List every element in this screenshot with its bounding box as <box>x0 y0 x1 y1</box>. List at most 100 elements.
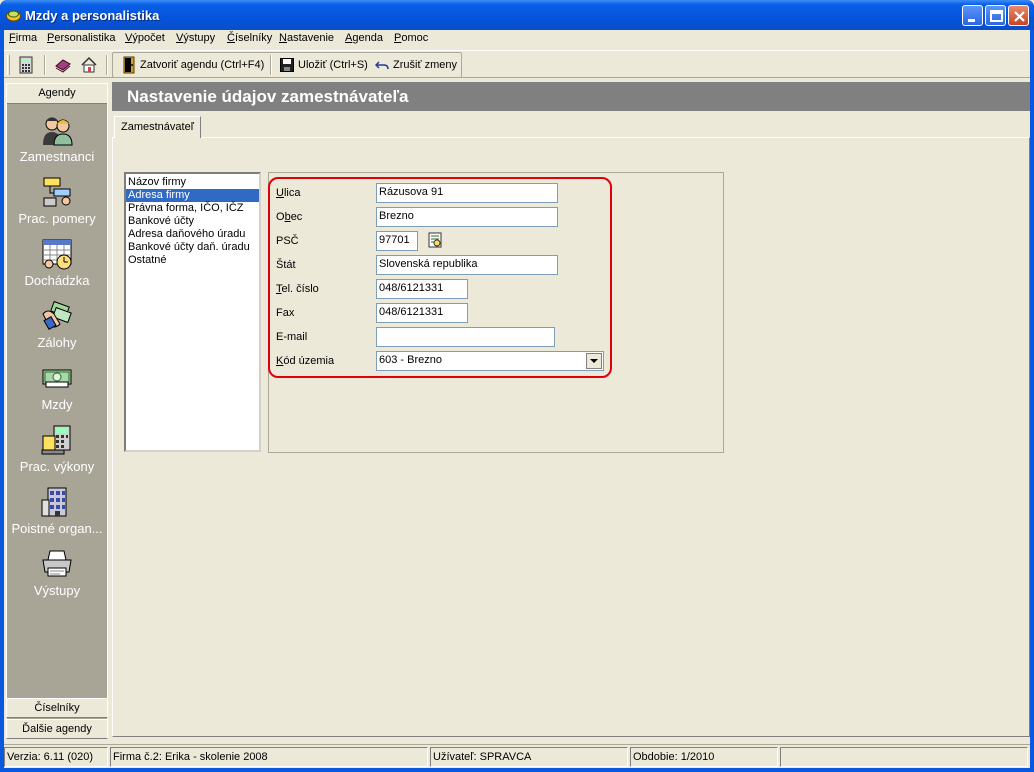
app-logo-icon <box>6 10 21 22</box>
list-item[interactable]: Bankové účty daň. úradu <box>126 241 259 254</box>
list-item[interactable]: Názov firmy <box>126 176 259 189</box>
sidebar-ciselniky-button[interactable]: Číselníky <box>6 698 108 718</box>
tab-zamestnavatel[interactable]: Zamestnávateľ <box>114 116 201 138</box>
kod-uzemia-select[interactable]: 603 - Brezno <box>376 351 604 371</box>
undo-changes-label: Zrušiť zmeny <box>393 59 458 71</box>
money-icon <box>42 369 72 388</box>
menu-vypocet[interactable]: Výpočet <box>125 32 165 44</box>
title-bar[interactable]: Mzdy a personalistika <box>0 0 1034 30</box>
work-performance-icon <box>41 425 71 455</box>
status-bar: Verzia: 6.11 (020) Firma č.2: Erika - sk… <box>4 744 1030 768</box>
sidebar-item-vystupy[interactable]: Výstupy <box>7 548 107 608</box>
calculator-button[interactable] <box>18 54 34 76</box>
kod-uzemia-value: 603 - Brezno <box>379 354 442 366</box>
sidebar-dalsie-agendy-button[interactable]: Ďalšie agendy <box>6 719 108 739</box>
sidebar-item-zamestnanci[interactable]: Zamestnanci <box>7 114 107 174</box>
toolbar-separator <box>44 55 46 75</box>
list-item[interactable]: Bankové účty <box>126 215 259 228</box>
attendance-calendar-icon <box>42 239 72 270</box>
close-icon <box>1014 11 1025 22</box>
fax-input[interactable]: 048/6121331 <box>376 303 468 323</box>
undo-changes-button[interactable]: Zrušiť zmeny <box>375 54 457 76</box>
door-exit-icon <box>123 56 135 74</box>
status-company: Firma č.2: Erika - skolenie 2008 <box>110 747 428 767</box>
tel-input[interactable]: 048/6121331 <box>376 279 468 299</box>
sidebar-item-poistne-organ[interactable]: Poistné organ... <box>7 486 107 546</box>
minimize-icon <box>968 19 975 22</box>
sidebar-item-label: Prac. pomery <box>18 211 96 226</box>
sidebar-item-mzdy[interactable]: Mzdy <box>7 362 107 422</box>
books-button[interactable] <box>54 54 72 76</box>
client-area: Firma Personalistika Výpočet Výstupy Čís… <box>4 30 1030 768</box>
org-chart-icon <box>43 177 71 207</box>
sidebar-item-prac-pomery[interactable]: Prac. pomery <box>7 176 107 236</box>
status-user: Užívateľ: SPRAVCA <box>430 747 628 767</box>
menu-ciselniky[interactable]: Číselníky <box>227 32 272 44</box>
status-version: Verzia: 6.11 (020) <box>4 747 108 767</box>
list-item[interactable]: Právna forma, IČO, IČZ <box>126 202 259 215</box>
sidebar-item-label: Prac. výkony <box>19 459 95 474</box>
menu-vystupy[interactable]: Výstupy <box>176 32 215 44</box>
window-title: Mzdy a personalistika <box>25 8 160 23</box>
page-title: Nastavenie údajov zamestnávateľa <box>112 82 1030 111</box>
maximize-button[interactable] <box>985 5 1006 26</box>
menu-pomoc[interactable]: Pomoc <box>394 32 428 44</box>
sidebar-item-label: Výstupy <box>33 583 81 598</box>
sidebar-item-label: Zamestnanci <box>19 149 95 164</box>
minimize-button[interactable] <box>962 5 983 26</box>
email-label: E-mail <box>276 331 308 343</box>
save-label: Uložiť (Ctrl+S) <box>298 59 368 71</box>
sidebar-item-zalohy[interactable]: Zálohy <box>7 300 107 360</box>
email-input[interactable] <box>376 327 555 347</box>
close-agenda-button[interactable]: Zatvoriť agendu (Ctrl+F4) <box>122 54 264 76</box>
ulica-input[interactable]: Rázusova 91 <box>376 183 558 203</box>
dropdown-arrow-button[interactable] <box>586 353 602 369</box>
toolbar-grip[interactable] <box>7 55 10 75</box>
home-button[interactable] <box>80 54 98 76</box>
psc-label: PSČ <box>276 235 299 247</box>
obec-input[interactable]: Brezno <box>376 207 558 227</box>
menu-firma[interactable]: Firma <box>9 32 37 44</box>
maximize-icon <box>990 10 1003 22</box>
ulica-label: Ulica <box>276 187 301 199</box>
sidebar-item-dochadzka[interactable]: Dochádzka <box>7 238 107 298</box>
save-button[interactable]: Uložiť (Ctrl+S) <box>280 54 368 76</box>
close-button[interactable] <box>1008 5 1029 26</box>
insurance-building-icon <box>41 487 67 517</box>
cash-advance-icon <box>42 300 72 331</box>
chevron-down-icon <box>590 359 598 363</box>
calculator-icon <box>19 56 33 74</box>
agenda-sidebar: Agendy Zamestnanci Prac. pomery Dochádzk… <box>6 83 108 739</box>
toolbar-separator <box>106 55 108 75</box>
toolbar: Zatvoriť agendu (Ctrl+F4) Uložiť (Ctrl+S… <box>4 50 1030 78</box>
app-window: Mzdy a personalistika Firma Personalisti… <box>0 0 1034 772</box>
menu-bar: Firma Personalistika Výpočet Výstupy Čís… <box>4 30 1030 49</box>
list-item-selected[interactable]: Adresa firmy <box>126 189 259 202</box>
postal-code-lookup-icon[interactable] <box>426 231 444 249</box>
list-item[interactable]: Adresa daňového úradu <box>126 228 259 241</box>
menu-agenda[interactable]: Agenda <box>345 32 383 44</box>
floppy-disk-icon <box>280 58 294 72</box>
employees-icon <box>43 117 73 146</box>
close-agenda-label: Zatvoriť agendu (Ctrl+F4) <box>140 59 265 71</box>
kod-uzemia-label: Kód územia <box>276 355 335 367</box>
sidebar-item-label: Poistné organ... <box>11 521 103 536</box>
books-icon <box>55 59 71 73</box>
psc-input[interactable]: 97701 <box>376 231 418 251</box>
sidebar-header[interactable]: Agendy <box>7 84 107 104</box>
stat-label: Štát <box>276 259 296 271</box>
sidebar-item-label: Mzdy <box>41 397 73 412</box>
sidebar-item-prac-vykony[interactable]: Prac. výkony <box>7 424 107 484</box>
printer-icon <box>42 550 72 577</box>
status-period: Obdobie: 1/2010 <box>630 747 778 767</box>
list-item[interactable]: Ostatné <box>126 254 259 267</box>
menu-nastavenie[interactable]: Nastavenie <box>279 32 334 44</box>
menu-personalistika[interactable]: Personalistika <box>47 32 115 44</box>
tel-label: Tel. číslo <box>276 283 319 295</box>
fax-label: Fax <box>276 307 295 319</box>
sidebar-item-label: Dochádzka <box>24 273 90 288</box>
stat-input[interactable]: Slovenská republika <box>376 255 558 275</box>
status-extra <box>780 747 1028 767</box>
toolbar-separator <box>270 55 272 75</box>
section-list[interactable]: Názov firmy Adresa firmy Právna forma, I… <box>124 172 261 452</box>
